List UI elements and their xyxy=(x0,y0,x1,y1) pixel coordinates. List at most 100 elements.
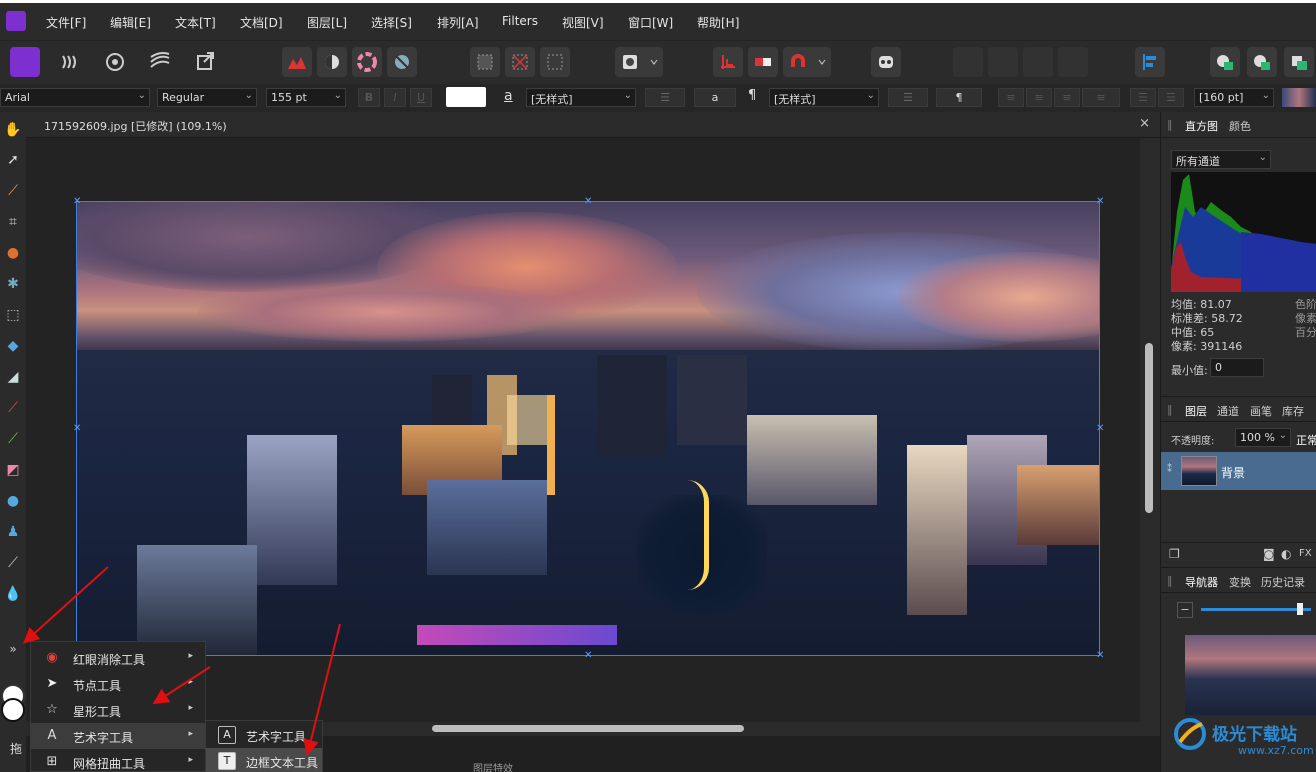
align-right-button[interactable]: ≡ xyxy=(1054,88,1080,107)
blend-mode[interactable]: 正常 xyxy=(1296,432,1316,448)
layer-grip-icon[interactable]: ⁑ xyxy=(1167,464,1172,475)
color-replace-icon[interactable]: ⟋ xyxy=(3,429,23,449)
vertical-scrollbar[interactable] xyxy=(1140,138,1160,722)
italic-button[interactable]: I xyxy=(384,88,406,107)
app-logo-icon[interactable] xyxy=(6,11,26,31)
export-persona-icon[interactable] xyxy=(190,47,220,77)
resize-handle[interactable]: ✕ xyxy=(584,651,592,661)
font-style-select[interactable]: Regular ⌄ xyxy=(157,88,257,107)
white-balance-icon[interactable] xyxy=(387,47,417,77)
mask-icon[interactable]: ◙ xyxy=(1263,547,1275,561)
menu-text[interactable]: 文本[T] xyxy=(175,14,216,31)
expand-tools-icon[interactable]: » xyxy=(3,639,23,659)
resize-handle[interactable]: ✕ xyxy=(584,197,592,207)
layer-copy-icon[interactable]: ❐ xyxy=(1169,547,1180,561)
resize-handle[interactable]: ✕ xyxy=(1096,197,1104,207)
bold-button[interactable]: B xyxy=(358,88,380,107)
marquee-icon[interactable]: ⬚ xyxy=(3,305,23,325)
tab-navigator[interactable]: 导航器 xyxy=(1185,574,1218,590)
paint-brush-icon[interactable]: ⟋ xyxy=(3,398,23,418)
dodge-icon[interactable]: ● xyxy=(3,491,23,511)
city-photo[interactable] xyxy=(76,201,1100,656)
align-left-button[interactable]: ≡ xyxy=(998,88,1024,107)
resize-handle[interactable]: ✕ xyxy=(73,424,81,434)
menu-window[interactable]: 窗口[W] xyxy=(628,14,673,31)
crop-icon[interactable]: ⌗ xyxy=(3,212,23,232)
deselect-icon[interactable] xyxy=(505,47,535,77)
char-style-button[interactable]: ☰ xyxy=(645,88,685,107)
erase-brush-icon[interactable]: ◩ xyxy=(3,460,23,480)
zoom-slider-handle[interactable] xyxy=(1297,603,1303,615)
gradient-icon[interactable]: ◢ xyxy=(3,367,23,387)
font-family-select[interactable]: Arial ⌄ xyxy=(0,88,150,107)
leading-select[interactable]: [160 pt] ⌄ xyxy=(1194,88,1274,107)
menu-help[interactable]: 帮助[H] xyxy=(697,14,739,31)
auto-contrast-icon[interactable] xyxy=(317,47,347,77)
robot-icon[interactable] xyxy=(871,47,901,77)
arrange-icon[interactable] xyxy=(988,47,1018,77)
channel-select[interactable]: 所有通道 ⌄ xyxy=(1171,150,1271,169)
quick-mask-icon[interactable] xyxy=(615,47,663,77)
zoom-out-button[interactable]: − xyxy=(1177,602,1193,618)
char-style-select[interactable]: [无样式] ⌄ xyxy=(526,88,636,107)
menu-filters[interactable]: Filters xyxy=(502,14,538,28)
close-icon[interactable]: × xyxy=(1139,116,1150,131)
magic-wand-icon[interactable]: ✱ xyxy=(3,274,23,294)
submenu-artistic-text-tool[interactable]: A 艺术字工具 xyxy=(206,722,322,748)
blur-icon[interactable]: 💧 xyxy=(3,584,23,604)
tone-mapping-persona-icon[interactable] xyxy=(145,47,175,77)
tab-brushes[interactable]: 画笔 xyxy=(1250,403,1272,419)
invert-selection-icon[interactable] xyxy=(540,47,570,77)
menu-item-node-tool[interactable]: ➤ 节点工具 ▸ xyxy=(31,671,205,697)
boolean-subtract-icon[interactable] xyxy=(1247,47,1277,77)
zoom-slider[interactable] xyxy=(1201,608,1311,611)
menu-select[interactable]: 选择[S] xyxy=(371,14,412,31)
submenu-frame-text-tool[interactable]: T 边框文本工具 xyxy=(206,748,322,772)
text-color-swatch[interactable] xyxy=(446,87,486,107)
resize-handle[interactable]: ✕ xyxy=(1096,651,1104,661)
grip-icon[interactable]: ‖ xyxy=(1167,118,1173,131)
photo-persona-icon[interactable] xyxy=(10,47,40,77)
justify-button[interactable]: ≡ xyxy=(1082,88,1120,107)
magnet-icon[interactable] xyxy=(783,47,831,77)
color-picker-icon[interactable]: ⟋ xyxy=(3,181,23,201)
arrange-icon[interactable] xyxy=(1023,47,1053,77)
tab-layers[interactable]: 图层 xyxy=(1185,403,1207,419)
underline-button[interactable]: U xyxy=(410,88,432,107)
grip-icon[interactable]: ‖ xyxy=(1167,574,1173,587)
hand-icon[interactable]: ✋ xyxy=(3,120,23,140)
scroll-thumb[interactable] xyxy=(1145,343,1153,513)
fx-icon[interactable]: FX xyxy=(1299,548,1312,559)
develop-persona-icon[interactable] xyxy=(100,47,130,77)
menu-view[interactable]: 视图[V] xyxy=(562,14,604,31)
menu-layer[interactable]: 图层[L] xyxy=(307,14,347,31)
tab-stock[interactable]: 库存 xyxy=(1282,403,1304,419)
para-glyph-button[interactable]: a xyxy=(694,88,736,107)
select-all-icon[interactable] xyxy=(470,47,500,77)
opacity-field[interactable]: 100 % ⌄ xyxy=(1235,428,1291,447)
menu-file[interactable]: 文件[F] xyxy=(46,14,86,31)
snapping-icon[interactable] xyxy=(713,47,743,77)
menu-item-red-eye[interactable]: ◉ 红眼消除工具 ▸ xyxy=(31,645,205,671)
paragraph-button[interactable]: ¶ xyxy=(936,88,982,107)
boolean-intersect-icon[interactable] xyxy=(1284,47,1314,77)
scroll-thumb[interactable] xyxy=(432,725,744,732)
layer-row[interactable]: ⁑ 背景 xyxy=(1161,452,1316,490)
align-center-button[interactable]: ≡ xyxy=(1026,88,1052,107)
arrange-icon[interactable] xyxy=(1058,47,1088,77)
menu-item-artistic-text[interactable]: A 艺术字工具 ▸ xyxy=(31,723,205,749)
menu-item-mesh-warp[interactable]: ⊞ 网格扭曲工具 ▸ xyxy=(31,749,205,772)
auto-colors-icon[interactable] xyxy=(352,47,382,77)
grip-icon[interactable]: ‖ xyxy=(1167,403,1173,416)
bullets-button[interactable]: ☰ xyxy=(1130,88,1156,107)
move-icon[interactable]: ➚ xyxy=(3,150,23,170)
liquify-persona-icon[interactable] xyxy=(55,47,85,77)
menu-edit[interactable]: 编辑[E] xyxy=(110,14,151,31)
tab-color[interactable]: 颜色 xyxy=(1229,118,1251,134)
align-icon[interactable] xyxy=(1135,47,1165,77)
menu-document[interactable]: 文档[D] xyxy=(240,14,283,31)
tab-histogram[interactable]: 直方图 xyxy=(1185,118,1218,134)
para-style-select[interactable]: [无样式] ⌄ xyxy=(769,88,879,107)
navigator-preview[interactable] xyxy=(1185,635,1316,715)
selection-brush-icon[interactable]: ● xyxy=(3,243,23,263)
